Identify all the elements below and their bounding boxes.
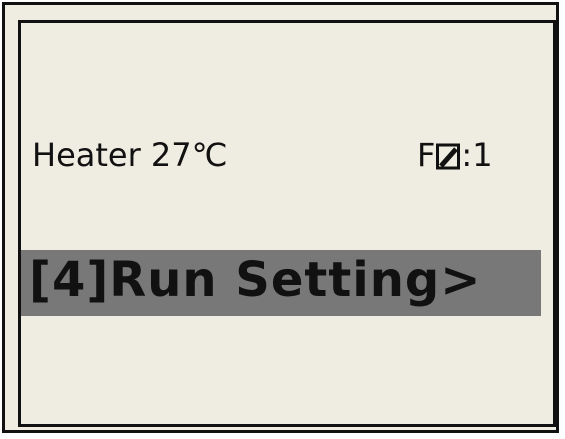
fan-speed-value: :1	[461, 136, 493, 174]
fan-prefix: F	[417, 136, 436, 174]
lcd-inner-frame	[18, 20, 556, 427]
slashed-box-icon	[436, 141, 461, 170]
lcd-screen	[2, 2, 559, 433]
heater-status: Heater 27℃	[32, 136, 228, 174]
menu-item-run-setting[interactable]: [4]Run Setting>	[29, 252, 482, 308]
fan-status: F :1	[417, 136, 493, 174]
